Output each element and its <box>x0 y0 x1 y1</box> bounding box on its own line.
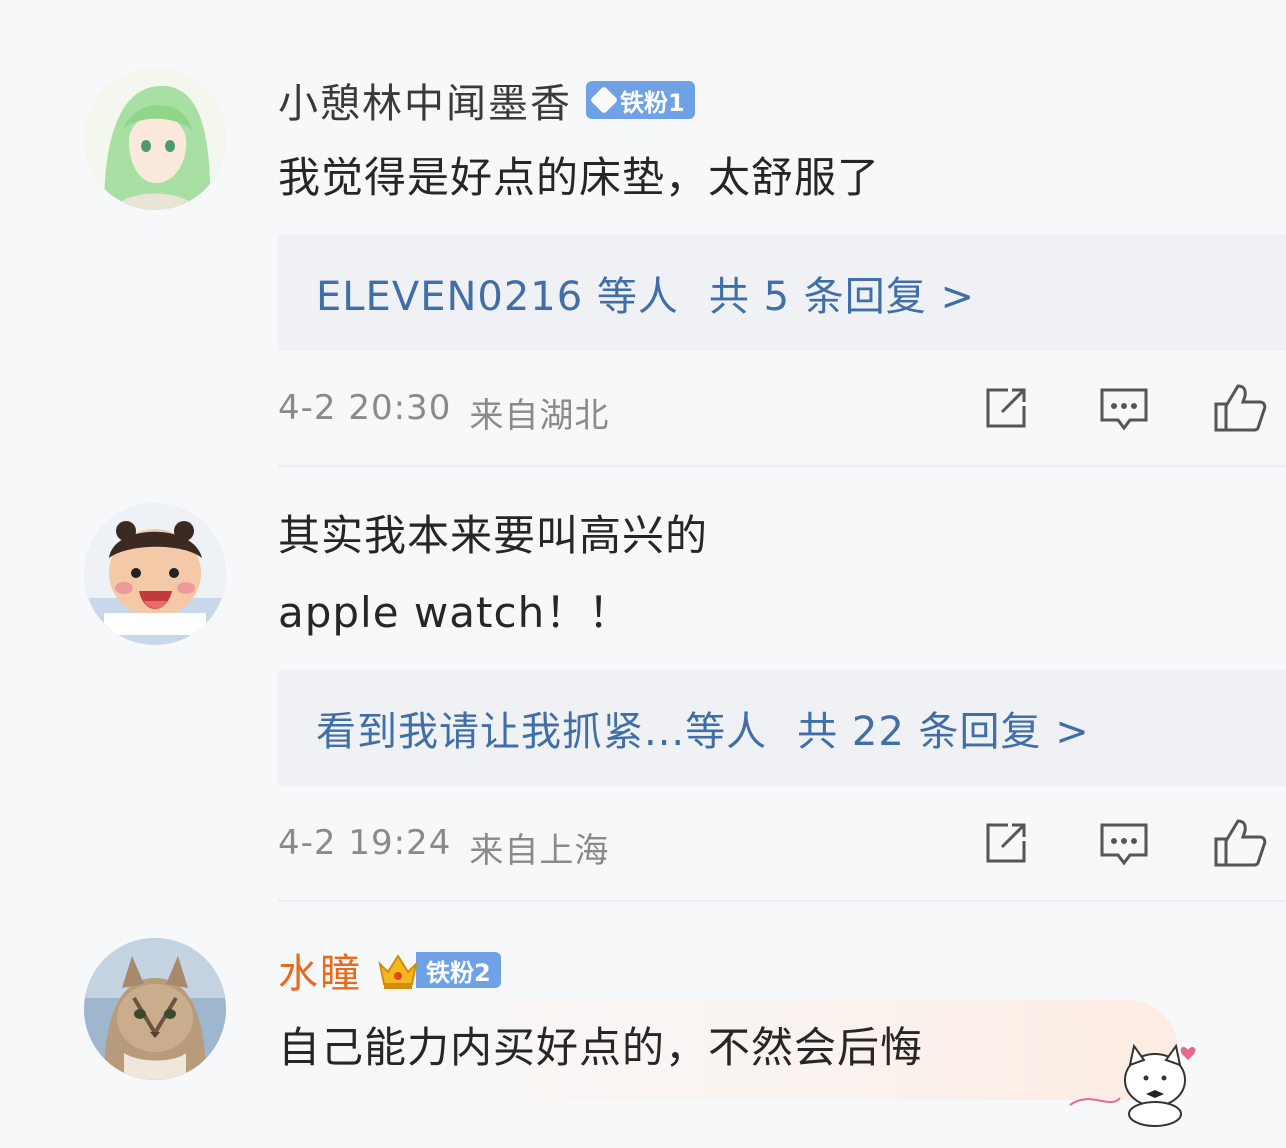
reply-summary[interactable]: ELEVEN0216 等人 共 5 条回复 > <box>278 235 1286 351</box>
comment-icon[interactable] <box>1096 380 1152 436</box>
fan-badge[interactable]: 铁粉2 <box>376 948 501 992</box>
action-bar <box>0 380 1286 440</box>
divider <box>278 900 1286 902</box>
thumbs-up-icon[interactable] <box>1212 380 1268 436</box>
divider <box>278 465 1286 467</box>
reply-users: ELEVEN0216 等人 <box>316 274 679 320</box>
reply-count: 共 22 条回复 > <box>797 709 1090 755</box>
thumbs-up-icon[interactable] <box>1212 815 1268 871</box>
name-row: 小憩林中闻墨香 铁粉1 <box>278 70 695 130</box>
badge-label: 铁粉2 <box>416 952 501 988</box>
avatar[interactable] <box>84 938 226 1080</box>
reply-count: 共 5 条回复 > <box>708 274 976 320</box>
avatar[interactable] <box>84 503 226 645</box>
share-icon[interactable] <box>978 815 1034 871</box>
username[interactable]: 小憩林中闻墨香 <box>278 71 572 129</box>
action-bar <box>0 815 1286 875</box>
comment-icon[interactable] <box>1096 815 1152 871</box>
comment-text: 自己能力内买好点的，不然会后悔 <box>278 1023 924 1072</box>
comment-text: 其实我本来要叫高兴的 <box>278 511 709 560</box>
crown-icon <box>376 948 420 992</box>
cat-sticker-icon <box>1060 1010 1200 1130</box>
avatar[interactable] <box>84 68 226 210</box>
comment-text: apple watch！！ <box>278 588 632 637</box>
badge-label: 铁粉1 <box>620 88 685 117</box>
reply-users: 看到我请让我抓紧...等人 <box>316 709 768 755</box>
share-icon[interactable] <box>978 380 1034 436</box>
diamond-icon <box>589 85 619 115</box>
reply-summary[interactable]: 看到我请让我抓紧...等人 共 22 条回复 > <box>278 670 1286 786</box>
username[interactable]: 水瞳 <box>278 941 362 999</box>
name-row: 水瞳 铁粉2 <box>278 940 501 1000</box>
fan-badge[interactable]: 铁粉1 <box>586 81 695 119</box>
comment-text: 我觉得是好点的床垫，太舒服了 <box>278 153 881 202</box>
